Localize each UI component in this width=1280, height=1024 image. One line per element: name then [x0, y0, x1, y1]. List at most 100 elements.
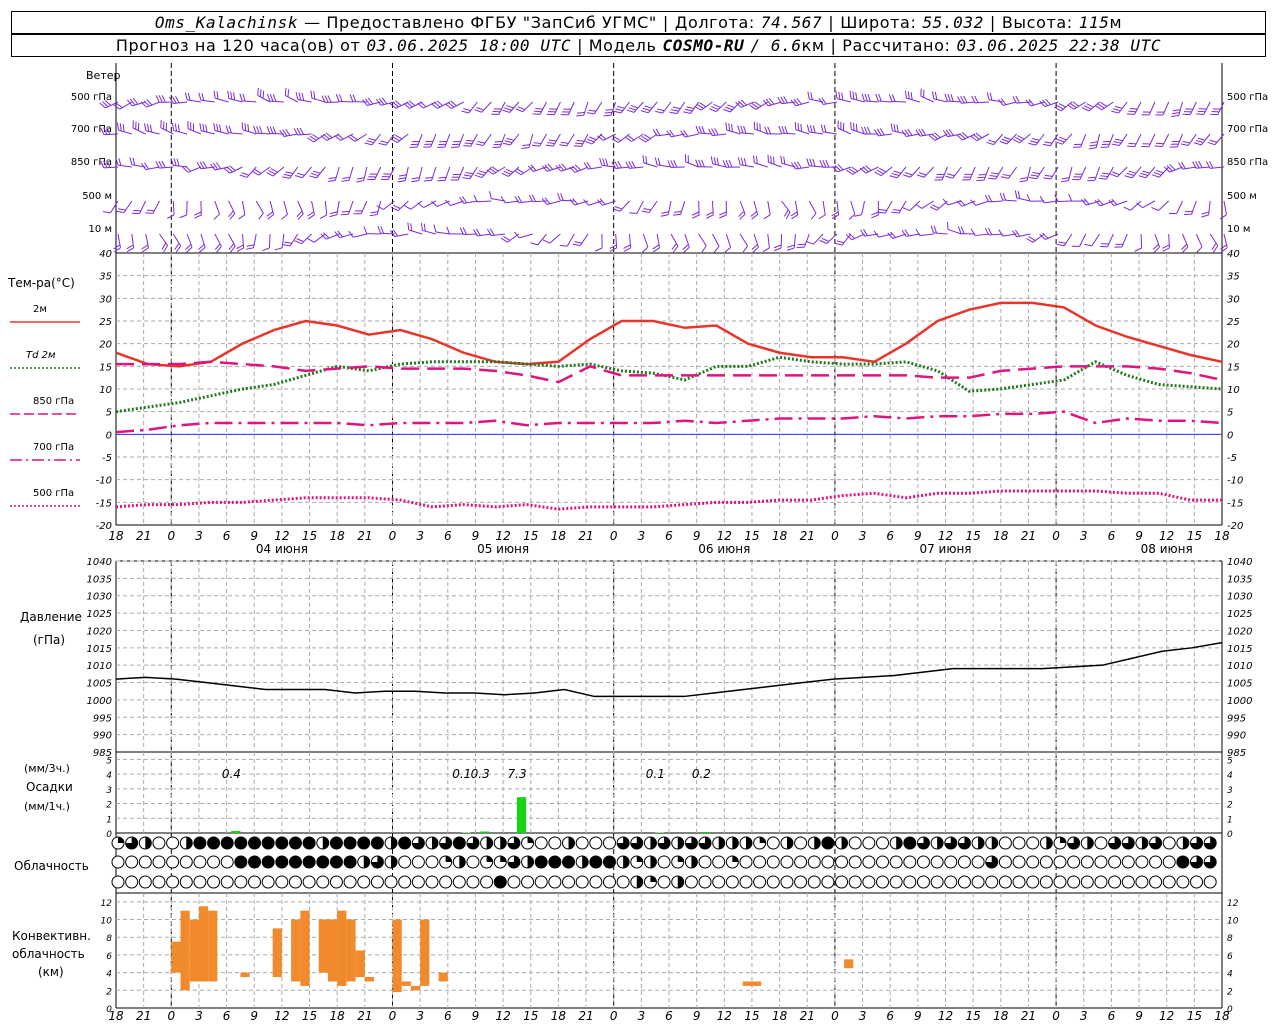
wind-barb-icon [145, 200, 160, 214]
cloud-fraction-circle-icon [493, 836, 507, 850]
cloud-circle-fill [636, 856, 643, 862]
convective-bar [355, 950, 365, 978]
wind-barb-icon [698, 233, 707, 253]
wind-barb-icon [708, 101, 727, 113]
wind-barb-shaft [1176, 200, 1183, 214]
wind-barb-flag [272, 126, 277, 134]
x-tick-label: 9 [1135, 1009, 1143, 1023]
cloud-circle-outline [125, 855, 139, 869]
wind-barb-shaft [906, 97, 920, 103]
cloud-circle-outline [876, 875, 890, 889]
day-label: 07 июня [919, 542, 971, 556]
wind-barb-shaft [435, 231, 450, 235]
cloud-circle-fill [677, 837, 684, 849]
cloud-fraction-circle-icon [439, 836, 453, 850]
wind-barb-flag [173, 158, 177, 166]
cloud-fraction-circle-icon [275, 875, 289, 889]
wind-barb-shaft [969, 166, 976, 181]
wind-barb-flag [269, 93, 274, 102]
wind-barb-flag [796, 246, 805, 248]
wind-level-label: 10 м [1227, 224, 1250, 235]
temperature-tick-label: 0 [106, 430, 112, 441]
wind-barb-shaft [1002, 199, 1017, 202]
wind-barb-flag [356, 177, 365, 180]
wind-barb-flag [920, 88, 922, 97]
cloud-circle-fill [568, 837, 575, 849]
cloud-circle-outline [1080, 855, 1094, 869]
wind-barb-shaft [242, 100, 257, 103]
cloud-circle-outline [398, 855, 412, 869]
wind-barb-flag [560, 193, 564, 201]
cloud-fraction-circle-icon [780, 875, 794, 889]
cloud-fraction-circle-icon [916, 836, 930, 850]
wind-barb-flag [743, 125, 747, 134]
wind-barb-flag [370, 211, 379, 214]
cloud-circle-fill [234, 856, 247, 868]
wind-barb-icon [1081, 101, 1100, 112]
cloud-fraction-circle-icon [794, 855, 808, 869]
wind-barb-shaft [430, 133, 437, 148]
cloud-circle-outline [439, 875, 453, 889]
cloud-fraction-circle-icon [575, 875, 589, 889]
cloud-circle-outline [1039, 855, 1053, 869]
wind-barb-shaft [698, 132, 713, 135]
wind-barb-flag [201, 93, 205, 101]
wind-barb-flag [962, 179, 970, 181]
cloud-fraction-circle-icon [1080, 875, 1094, 889]
wind-barb-shaft [498, 101, 506, 115]
wind-barb-icon [340, 200, 354, 216]
convective-tick-label: 2 [106, 987, 112, 997]
x-tick-label: 21 [578, 529, 593, 543]
cloud-fraction-circle-icon [425, 875, 439, 889]
cloud-circle-outline [193, 855, 207, 869]
wind-barb-icon [251, 166, 271, 176]
wind-barb-flag [486, 169, 494, 175]
cloud-circle-outline [794, 855, 808, 869]
cloud-fraction-circle-icon [848, 855, 862, 869]
wind-barb-shaft [1182, 233, 1189, 248]
cloud-circle-outline [411, 875, 425, 889]
wind-barb-icon [860, 126, 879, 135]
cloud-circle-outline [739, 875, 753, 889]
cloud-circle-outline [848, 836, 862, 850]
wind-barb-icon [945, 166, 962, 179]
wind-barb-icon [1196, 101, 1211, 115]
cloud-fraction-circle-icon [521, 855, 535, 869]
wind-barb-shaft [256, 132, 271, 135]
wind-barb-icon [1039, 232, 1059, 240]
wind-barb-flag [852, 91, 855, 100]
cloud-fraction-circle-icon [1039, 875, 1053, 889]
wind-barb-icon [239, 166, 257, 178]
cloud-fraction-circle-icon [862, 855, 876, 869]
wind-barb-flag [594, 247, 603, 252]
wind-barb-icon [680, 129, 699, 138]
cloud-fraction-circle-icon [343, 875, 357, 889]
cloud-fraction-circle-icon [193, 875, 207, 889]
cloud-fraction-circle-icon [780, 836, 794, 850]
wind-barb-flag [623, 247, 631, 252]
wind-barb-shaft [768, 161, 782, 168]
cloud-circle-fill [582, 856, 589, 868]
wind-barb-icon [532, 133, 548, 147]
wind-barb-shaft [947, 100, 962, 103]
cloud-fraction-circle-icon [166, 836, 180, 850]
convective-tick-label: 8 [106, 934, 112, 944]
wind-barb-flag [1151, 206, 1159, 211]
wind-barb-shaft [325, 101, 340, 104]
wind-barb-shaft [657, 164, 672, 168]
wind-barb-flag [1089, 144, 1098, 147]
x-tick-label: 18 [551, 1009, 567, 1023]
wind-barb-flag [258, 212, 264, 220]
wind-barb-icon [737, 125, 754, 135]
x-tick-label: 18 [993, 1009, 1009, 1023]
cloud-circle-outline [166, 855, 180, 869]
wind-barb-shaft [712, 233, 720, 247]
x-tick-label: 12 [717, 1009, 732, 1023]
wind-barb-flag [642, 155, 645, 163]
cloud-fraction-circle-icon [193, 836, 207, 850]
wind-barb-flag [132, 120, 134, 129]
wind-barb-icon [998, 229, 1017, 237]
wind-barb-shaft [499, 133, 506, 148]
cloud-circle-outline [507, 875, 521, 889]
temperature-tick-label: 10 [1227, 385, 1240, 396]
